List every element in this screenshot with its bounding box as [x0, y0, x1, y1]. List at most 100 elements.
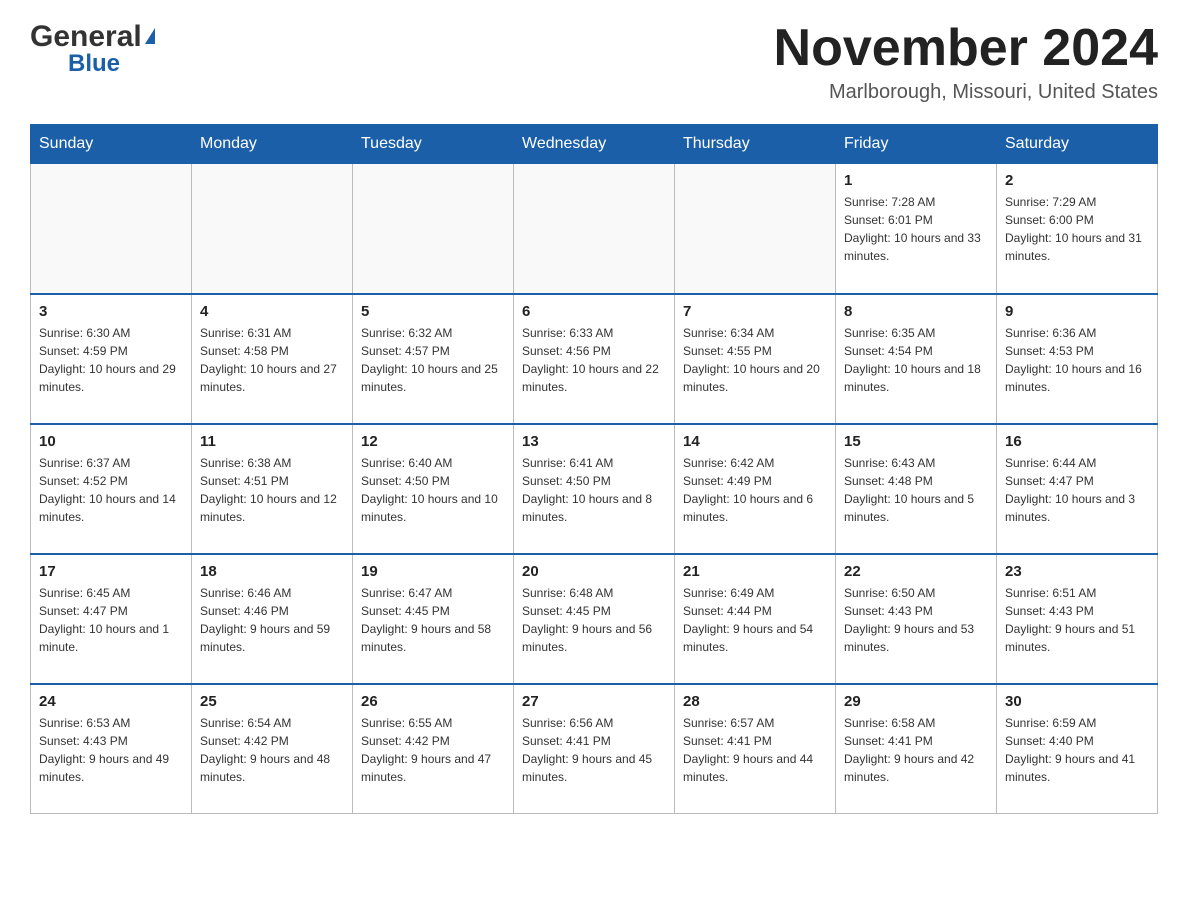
- day-info: Sunrise: 7:29 AM Sunset: 6:00 PM Dayligh…: [1005, 193, 1149, 265]
- calendar-cell: 27 Sunrise: 6:56 AM Sunset: 4:41 PM Dayli…: [514, 684, 675, 814]
- calendar-cell: [514, 164, 675, 294]
- day-info: Sunrise: 6:48 AM Sunset: 4:45 PM Dayligh…: [522, 584, 666, 656]
- day-number: 26: [361, 693, 505, 710]
- day-number: 4: [200, 303, 344, 320]
- day-info: Sunrise: 6:57 AM Sunset: 4:41 PM Dayligh…: [683, 714, 827, 786]
- logo-blue-text: Blue: [68, 50, 120, 78]
- day-info: Sunrise: 6:41 AM Sunset: 4:50 PM Dayligh…: [522, 454, 666, 526]
- calendar-row-0: 1 Sunrise: 7:28 AM Sunset: 6:01 PM Daylig…: [31, 164, 1158, 294]
- day-number: 20: [522, 563, 666, 580]
- calendar-row-2: 10 Sunrise: 6:37 AM Sunset: 4:52 PM Dayli…: [31, 424, 1158, 554]
- day-info: Sunrise: 6:37 AM Sunset: 4:52 PM Dayligh…: [39, 454, 183, 526]
- day-info: Sunrise: 6:30 AM Sunset: 4:59 PM Dayligh…: [39, 324, 183, 396]
- day-info: Sunrise: 6:34 AM Sunset: 4:55 PM Dayligh…: [683, 324, 827, 396]
- month-title: November 2024: [774, 20, 1158, 77]
- day-number: 8: [844, 303, 988, 320]
- day-number: 29: [844, 693, 988, 710]
- day-number: 9: [1005, 303, 1149, 320]
- calendar-cell: 4 Sunrise: 6:31 AM Sunset: 4:58 PM Daylig…: [192, 294, 353, 424]
- calendar-cell: 29 Sunrise: 6:58 AM Sunset: 4:41 PM Dayli…: [836, 684, 997, 814]
- day-info: Sunrise: 6:56 AM Sunset: 4:41 PM Dayligh…: [522, 714, 666, 786]
- day-info: Sunrise: 6:42 AM Sunset: 4:49 PM Dayligh…: [683, 454, 827, 526]
- day-number: 6: [522, 303, 666, 320]
- calendar-cell: [353, 164, 514, 294]
- calendar-cell: 10 Sunrise: 6:37 AM Sunset: 4:52 PM Dayli…: [31, 424, 192, 554]
- col-monday: Monday: [192, 125, 353, 164]
- calendar-cell: 2 Sunrise: 7:29 AM Sunset: 6:00 PM Daylig…: [997, 164, 1158, 294]
- logo: General Blue: [30, 20, 155, 78]
- day-number: 30: [1005, 693, 1149, 710]
- calendar-cell: 7 Sunrise: 6:34 AM Sunset: 4:55 PM Daylig…: [675, 294, 836, 424]
- calendar-cell: 17 Sunrise: 6:45 AM Sunset: 4:47 PM Dayli…: [31, 554, 192, 684]
- calendar-cell: 25Sunrise: 6:54 AM Sunset: 4:42 PM Dayli…: [192, 684, 353, 814]
- day-number: 14: [683, 433, 827, 450]
- calendar-cell: 22 Sunrise: 6:50 AM Sunset: 4:43 PM Dayli…: [836, 554, 997, 684]
- day-number: 12: [361, 433, 505, 450]
- day-info: Sunrise: 6:33 AM Sunset: 4:56 PM Dayligh…: [522, 324, 666, 396]
- location-subtitle: Marlborough, Missouri, United States: [774, 81, 1158, 104]
- calendar-row-4: 24 Sunrise: 6:53 AM Sunset: 4:43 PM Dayli…: [31, 684, 1158, 814]
- day-info: Sunrise: 7:28 AM Sunset: 6:01 PM Dayligh…: [844, 193, 988, 265]
- day-info: Sunrise: 6:45 AM Sunset: 4:47 PM Dayligh…: [39, 584, 183, 656]
- day-number: 17: [39, 563, 183, 580]
- day-info: Sunrise: 6:46 AM Sunset: 4:46 PM Dayligh…: [200, 584, 344, 656]
- calendar-cell: 9 Sunrise: 6:36 AM Sunset: 4:53 PM Daylig…: [997, 294, 1158, 424]
- calendar-cell: [192, 164, 353, 294]
- day-info: Sunrise: 6:58 AM Sunset: 4:41 PM Dayligh…: [844, 714, 988, 786]
- day-number: 19: [361, 563, 505, 580]
- day-number: 24: [39, 693, 183, 710]
- calendar-cell: 23 Sunrise: 6:51 AM Sunset: 4:43 PM Dayli…: [997, 554, 1158, 684]
- day-info: Sunrise: 6:51 AM Sunset: 4:43 PM Dayligh…: [1005, 584, 1149, 656]
- day-number: 22: [844, 563, 988, 580]
- calendar-cell: 12 Sunrise: 6:40 AM Sunset: 4:50 PM Dayli…: [353, 424, 514, 554]
- day-info: Sunrise: 6:47 AM Sunset: 4:45 PM Dayligh…: [361, 584, 505, 656]
- calendar-table: Sunday Monday Tuesday Wednesday Thursday…: [30, 124, 1158, 814]
- day-number: 11: [200, 433, 344, 450]
- calendar-cell: [31, 164, 192, 294]
- title-area: November 2024 Marlborough, Missouri, Uni…: [774, 20, 1158, 104]
- day-info: Sunrise: 6:36 AM Sunset: 4:53 PM Dayligh…: [1005, 324, 1149, 396]
- calendar-cell: 8 Sunrise: 6:35 AM Sunset: 4:54 PM Daylig…: [836, 294, 997, 424]
- calendar-header-row: Sunday Monday Tuesday Wednesday Thursday…: [31, 125, 1158, 164]
- logo-arrow-icon: [145, 28, 155, 44]
- day-info: Sunrise: 6:43 AM Sunset: 4:48 PM Dayligh…: [844, 454, 988, 526]
- calendar-cell: 20 Sunrise: 6:48 AM Sunset: 4:45 PM Dayli…: [514, 554, 675, 684]
- day-info: Sunrise: 6:53 AM Sunset: 4:43 PM Dayligh…: [39, 714, 183, 786]
- day-info: Sunrise: 6:49 AM Sunset: 4:44 PM Dayligh…: [683, 584, 827, 656]
- day-number: 28: [683, 693, 827, 710]
- day-number: 2: [1005, 172, 1149, 189]
- calendar-cell: 5 Sunrise: 6:32 AM Sunset: 4:57 PM Daylig…: [353, 294, 514, 424]
- day-number: 15: [844, 433, 988, 450]
- day-number: 1: [844, 172, 988, 189]
- day-info: Sunrise: 6:55 AM Sunset: 4:42 PM Dayligh…: [361, 714, 505, 786]
- page-header: General Blue November 2024 Marlborough, …: [30, 20, 1158, 104]
- day-number: 5: [361, 303, 505, 320]
- day-number: 21: [683, 563, 827, 580]
- calendar-cell: 14 Sunrise: 6:42 AM Sunset: 4:49 PM Dayli…: [675, 424, 836, 554]
- logo-general-text: General: [30, 20, 142, 54]
- day-number: 23: [1005, 563, 1149, 580]
- calendar-cell: 15 Sunrise: 6:43 AM Sunset: 4:48 PM Dayli…: [836, 424, 997, 554]
- day-number: 10: [39, 433, 183, 450]
- day-info: Sunrise: 6:35 AM Sunset: 4:54 PM Dayligh…: [844, 324, 988, 396]
- day-info: Sunrise: 6:50 AM Sunset: 4:43 PM Dayligh…: [844, 584, 988, 656]
- day-info: Sunrise: 6:31 AM Sunset: 4:58 PM Dayligh…: [200, 324, 344, 396]
- day-number: 18: [200, 563, 344, 580]
- day-info: Sunrise: 6:40 AM Sunset: 4:50 PM Dayligh…: [361, 454, 505, 526]
- day-info: Sunrise: 6:32 AM Sunset: 4:57 PM Dayligh…: [361, 324, 505, 396]
- calendar-cell: 28 Sunrise: 6:57 AM Sunset: 4:41 PM Dayli…: [675, 684, 836, 814]
- calendar-cell: 19 Sunrise: 6:47 AM Sunset: 4:45 PM Dayli…: [353, 554, 514, 684]
- day-info: Sunrise: 6:59 AM Sunset: 4:40 PM Dayligh…: [1005, 714, 1149, 786]
- col-wednesday: Wednesday: [514, 125, 675, 164]
- calendar-row-1: 3Sunrise: 6:30 AM Sunset: 4:59 PM Daylig…: [31, 294, 1158, 424]
- day-number: 13: [522, 433, 666, 450]
- day-number: 16: [1005, 433, 1149, 450]
- day-info: Sunrise: 6:54 AM Sunset: 4:42 PM Dayligh…: [200, 714, 344, 786]
- calendar-cell: 18 Sunrise: 6:46 AM Sunset: 4:46 PM Dayli…: [192, 554, 353, 684]
- day-info: Sunrise: 6:38 AM Sunset: 4:51 PM Dayligh…: [200, 454, 344, 526]
- day-info: Sunrise: 6:44 AM Sunset: 4:47 PM Dayligh…: [1005, 454, 1149, 526]
- day-number: 27: [522, 693, 666, 710]
- calendar-cell: 21 Sunrise: 6:49 AM Sunset: 4:44 PM Dayli…: [675, 554, 836, 684]
- calendar-cell: 6 Sunrise: 6:33 AM Sunset: 4:56 PM Daylig…: [514, 294, 675, 424]
- day-number: 7: [683, 303, 827, 320]
